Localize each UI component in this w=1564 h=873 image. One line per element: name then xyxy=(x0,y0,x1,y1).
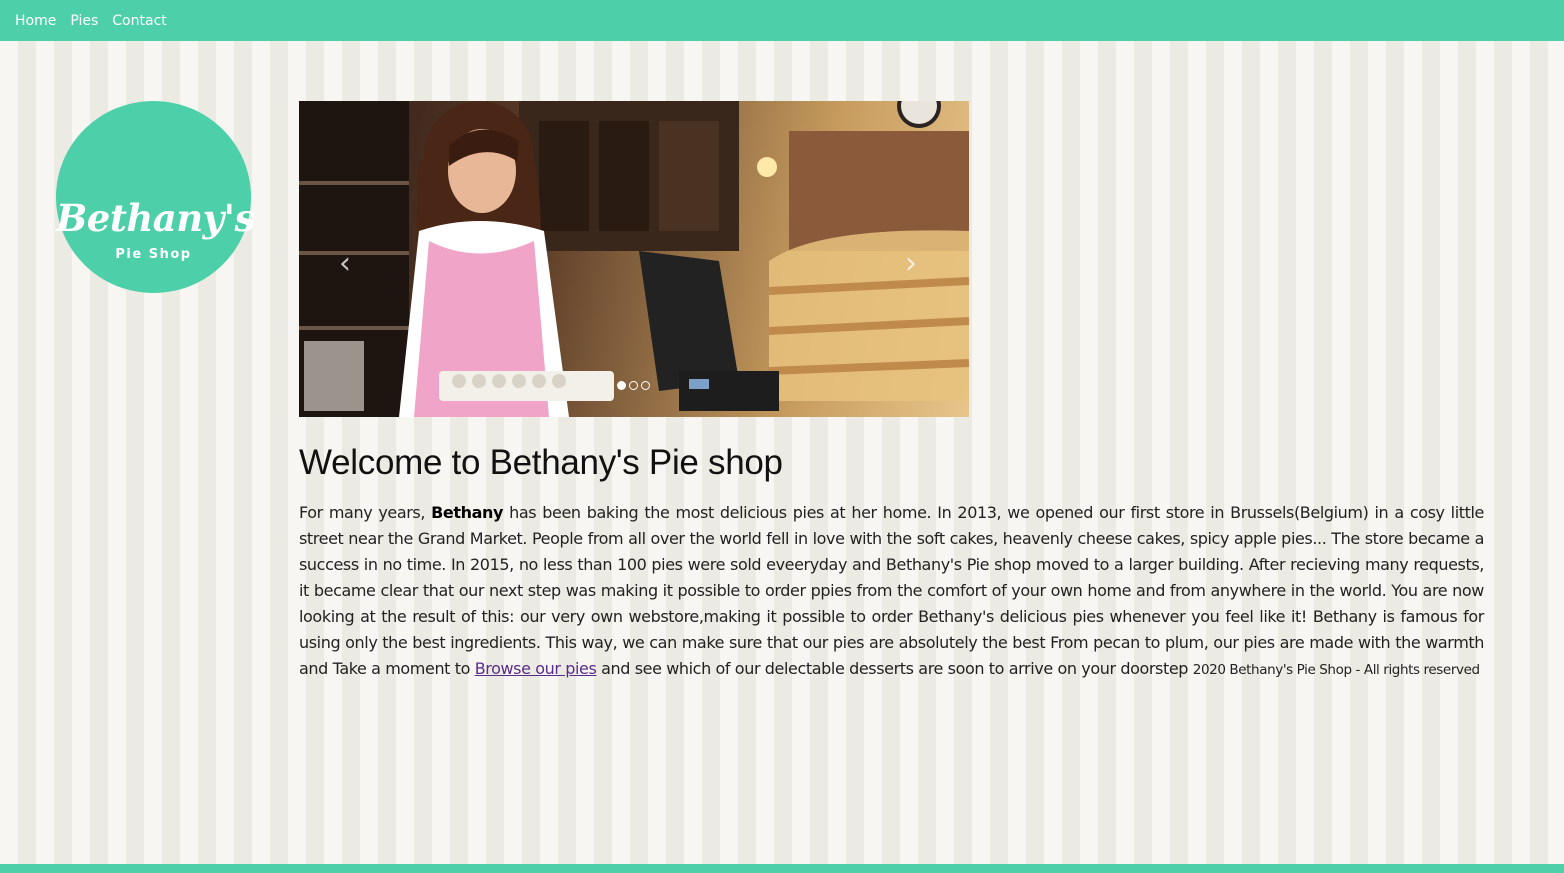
intro-lead: For many years, xyxy=(299,503,432,522)
footer-bar xyxy=(0,864,1564,873)
intro-paragraph: For many years, Bethany has been baking … xyxy=(299,500,1484,683)
carousel-indicator-3[interactable] xyxy=(641,381,650,390)
nav-home-link[interactable]: Home xyxy=(15,13,56,29)
page-title: Welcome to Bethany's Pie shop xyxy=(299,443,783,482)
carousel-next-button[interactable]: › xyxy=(905,246,917,281)
intro-body: has been baking the most delicious pies … xyxy=(299,503,1485,678)
nav-contact-link[interactable]: Contact xyxy=(112,13,166,29)
logo-subtitle: Pie Shop xyxy=(115,247,192,262)
intro-bold-name: Bethany xyxy=(431,503,504,522)
carousel-slide-image xyxy=(299,101,969,417)
shop-logo[interactable]: Bethany's Pie Shop xyxy=(56,101,255,293)
top-navbar: Home Pies Contact xyxy=(0,0,1564,41)
carousel-indicator-2[interactable] xyxy=(629,381,638,390)
carousel-prev-button[interactable]: ‹ xyxy=(339,246,351,281)
nav-pies-link[interactable]: Pies xyxy=(70,13,98,29)
carousel-indicator-1[interactable] xyxy=(617,381,626,390)
chevron-left-icon: ‹ xyxy=(339,246,351,281)
logo-name: Bethany's xyxy=(56,196,255,240)
chevron-right-icon: › xyxy=(905,246,917,281)
hero-carousel: ‹ › xyxy=(299,101,969,417)
copyright-text: 2020 Bethany's Pie Shop - All rights res… xyxy=(1192,662,1480,678)
carousel-indicators xyxy=(617,381,650,390)
intro-tail: and see which of our delectable desserts… xyxy=(596,659,1193,678)
browse-pies-link[interactable]: Browse our pies xyxy=(475,659,597,678)
